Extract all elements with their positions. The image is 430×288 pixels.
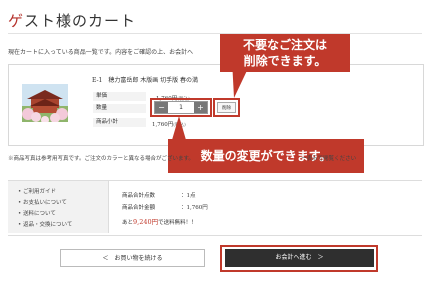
free-shipping-notice: あと9,240円で送料無料！！ (122, 218, 197, 226)
quantity-highlight (150, 98, 212, 117)
checkout-button[interactable]: お会計へ進む ＞ (225, 249, 374, 267)
quantity-label: 数量 (93, 104, 146, 113)
quantity-callout-pointer (172, 116, 186, 140)
page-title: ゲスト様のカート (8, 12, 137, 30)
price-label: 単価 (93, 92, 146, 101)
returns-link[interactable]: 返品・交換について (18, 220, 72, 231)
guide-links: ご利用ガイド お支払いについて 送料について 返品・交換について (18, 187, 72, 231)
delete-callout: 不要なご注文は 削除できます。 (220, 34, 350, 72)
product-name[interactable]: E-1 穂力富岳郎 木版画 切手版 春の満 (92, 75, 198, 84)
total-amount-value: ：1,760円 (181, 205, 208, 211)
info-divider (108, 181, 109, 233)
total-count-label: 商品合計点数 (122, 193, 156, 199)
subtotal-label: 商品小計 (93, 118, 146, 127)
intro-text: 現在カートに入っている商品一覧です。内容をご確認の上、お会計へ (8, 49, 194, 56)
continue-shopping-button[interactable]: ＜ お買い物を続ける (60, 249, 205, 267)
photo-note: ※商品写真は参考用写真です。ご注文のカラーと異なる場合がございます。 ー表示で閲… (8, 156, 357, 162)
guide-link[interactable]: ご利用ガイド (18, 187, 72, 198)
shipping-link[interactable]: 送料について (18, 209, 72, 220)
title-divider (8, 33, 422, 34)
delete-highlight (213, 98, 240, 117)
total-count-value: ：1点 (181, 193, 196, 199)
payment-link[interactable]: お支払いについて (18, 198, 72, 209)
product-thumbnail[interactable] (22, 84, 68, 122)
total-amount-label: 商品合計金額 (122, 205, 156, 211)
